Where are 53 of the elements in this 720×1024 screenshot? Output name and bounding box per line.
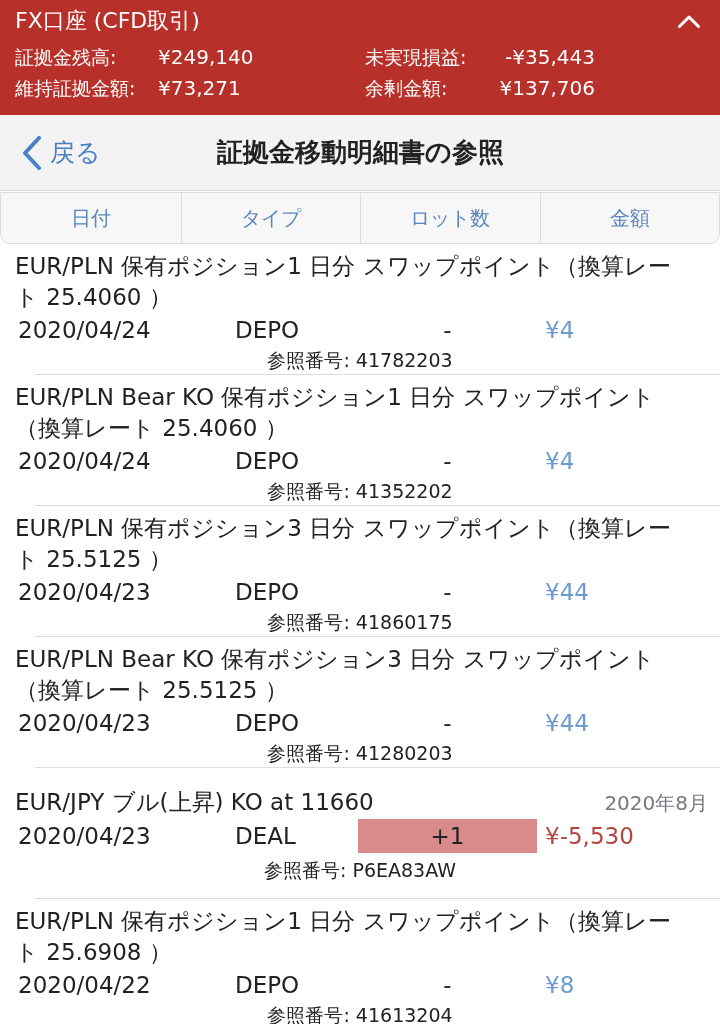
- transaction-date: 2020/04/24: [18, 316, 151, 343]
- transaction-type: DEPO: [235, 709, 300, 736]
- lot-count: -: [443, 447, 452, 474]
- amount: ¥44: [545, 709, 589, 736]
- transaction-type: DEPO: [235, 316, 300, 343]
- summary-value: ¥73,271: [158, 75, 241, 102]
- summary-label: 余剰金額:: [365, 76, 448, 101]
- transaction-type: DEPO: [235, 578, 300, 605]
- reference-number: 参照番号: 41280203: [266, 741, 454, 766]
- transaction-description: EUR/JPY ブル(上昇) KO at 11660: [15, 788, 374, 817]
- transaction-type: DEAL: [235, 823, 296, 849]
- transaction-date: 2020/04/24: [18, 447, 151, 474]
- reference-number: 参照番号: P6EA83AW: [263, 858, 457, 883]
- transaction-description: EUR/PLN Bear KO 保有ポジション3 日分 スワップポイント（換算レート 25.5125 ）: [15, 645, 656, 705]
- reference-number: 参照番号: 41860175: [266, 610, 454, 635]
- amount: ¥4: [545, 316, 575, 343]
- transaction-type: DEPO: [235, 447, 300, 474]
- chevron-left-icon: [22, 135, 42, 170]
- summary-value: ¥137,706: [499, 75, 595, 102]
- page-title: 証拠金移動明細書の参照: [216, 136, 504, 169]
- transaction-date: 2020/04/23: [18, 709, 151, 736]
- account-title: FX口座 (CFD取引): [15, 7, 200, 35]
- transaction-date: 2020/04/23: [18, 823, 151, 849]
- back-button[interactable]: 戻る: [0, 135, 101, 170]
- expiry-month: 2020年8月: [604, 790, 708, 817]
- summary-value: -¥35,443: [505, 44, 595, 71]
- transaction-date: 2020/04/22: [18, 971, 151, 998]
- summary-label: 証拠金残高:: [15, 45, 117, 70]
- transaction-description: EUR/PLN 保有ポジション1 日分 スワップポイント（換算レート 25.6908 ）: [15, 907, 672, 967]
- transaction-description: EUR/PLN 保有ポジション3 日分 スワップポイント（換算レート 25.5125 ）: [15, 514, 672, 574]
- reference-number: 参照番号: 41782203: [266, 348, 454, 373]
- amount: ¥4: [545, 447, 575, 474]
- column-header[interactable]: 金額: [539, 193, 719, 243]
- lot-count: -: [443, 316, 452, 343]
- amount: ¥8: [545, 971, 575, 998]
- chevron-up-icon[interactable]: [678, 14, 700, 28]
- summary-label: 未実現損益:: [365, 45, 467, 70]
- transaction-date: 2020/04/23: [18, 578, 151, 605]
- amount: ¥44: [545, 578, 589, 605]
- lot-count: -: [443, 971, 452, 998]
- transaction-description: EUR/PLN Bear KO 保有ポジション1 日分 スワップポイント（換算レート 25.4060 ）: [15, 383, 656, 443]
- summary-label: 維持証拠金額:: [15, 76, 136, 101]
- summary-value: ¥249,140: [158, 44, 254, 71]
- column-header[interactable]: ロット数: [360, 193, 540, 243]
- reference-number: 参照番号: 41352202: [266, 479, 454, 504]
- transaction-type: DEPO: [235, 971, 300, 998]
- lot-count: -: [443, 578, 452, 605]
- lot-count: +1: [358, 819, 537, 853]
- lot-count: -: [443, 709, 452, 736]
- transaction-description: EUR/PLN 保有ポジション1 日分 スワップポイント（換算レート 25.4060 ）: [15, 252, 672, 312]
- column-header[interactable]: タイプ: [180, 193, 360, 243]
- column-header[interactable]: 日付: [1, 193, 181, 243]
- amount: ¥-5,530: [545, 823, 634, 849]
